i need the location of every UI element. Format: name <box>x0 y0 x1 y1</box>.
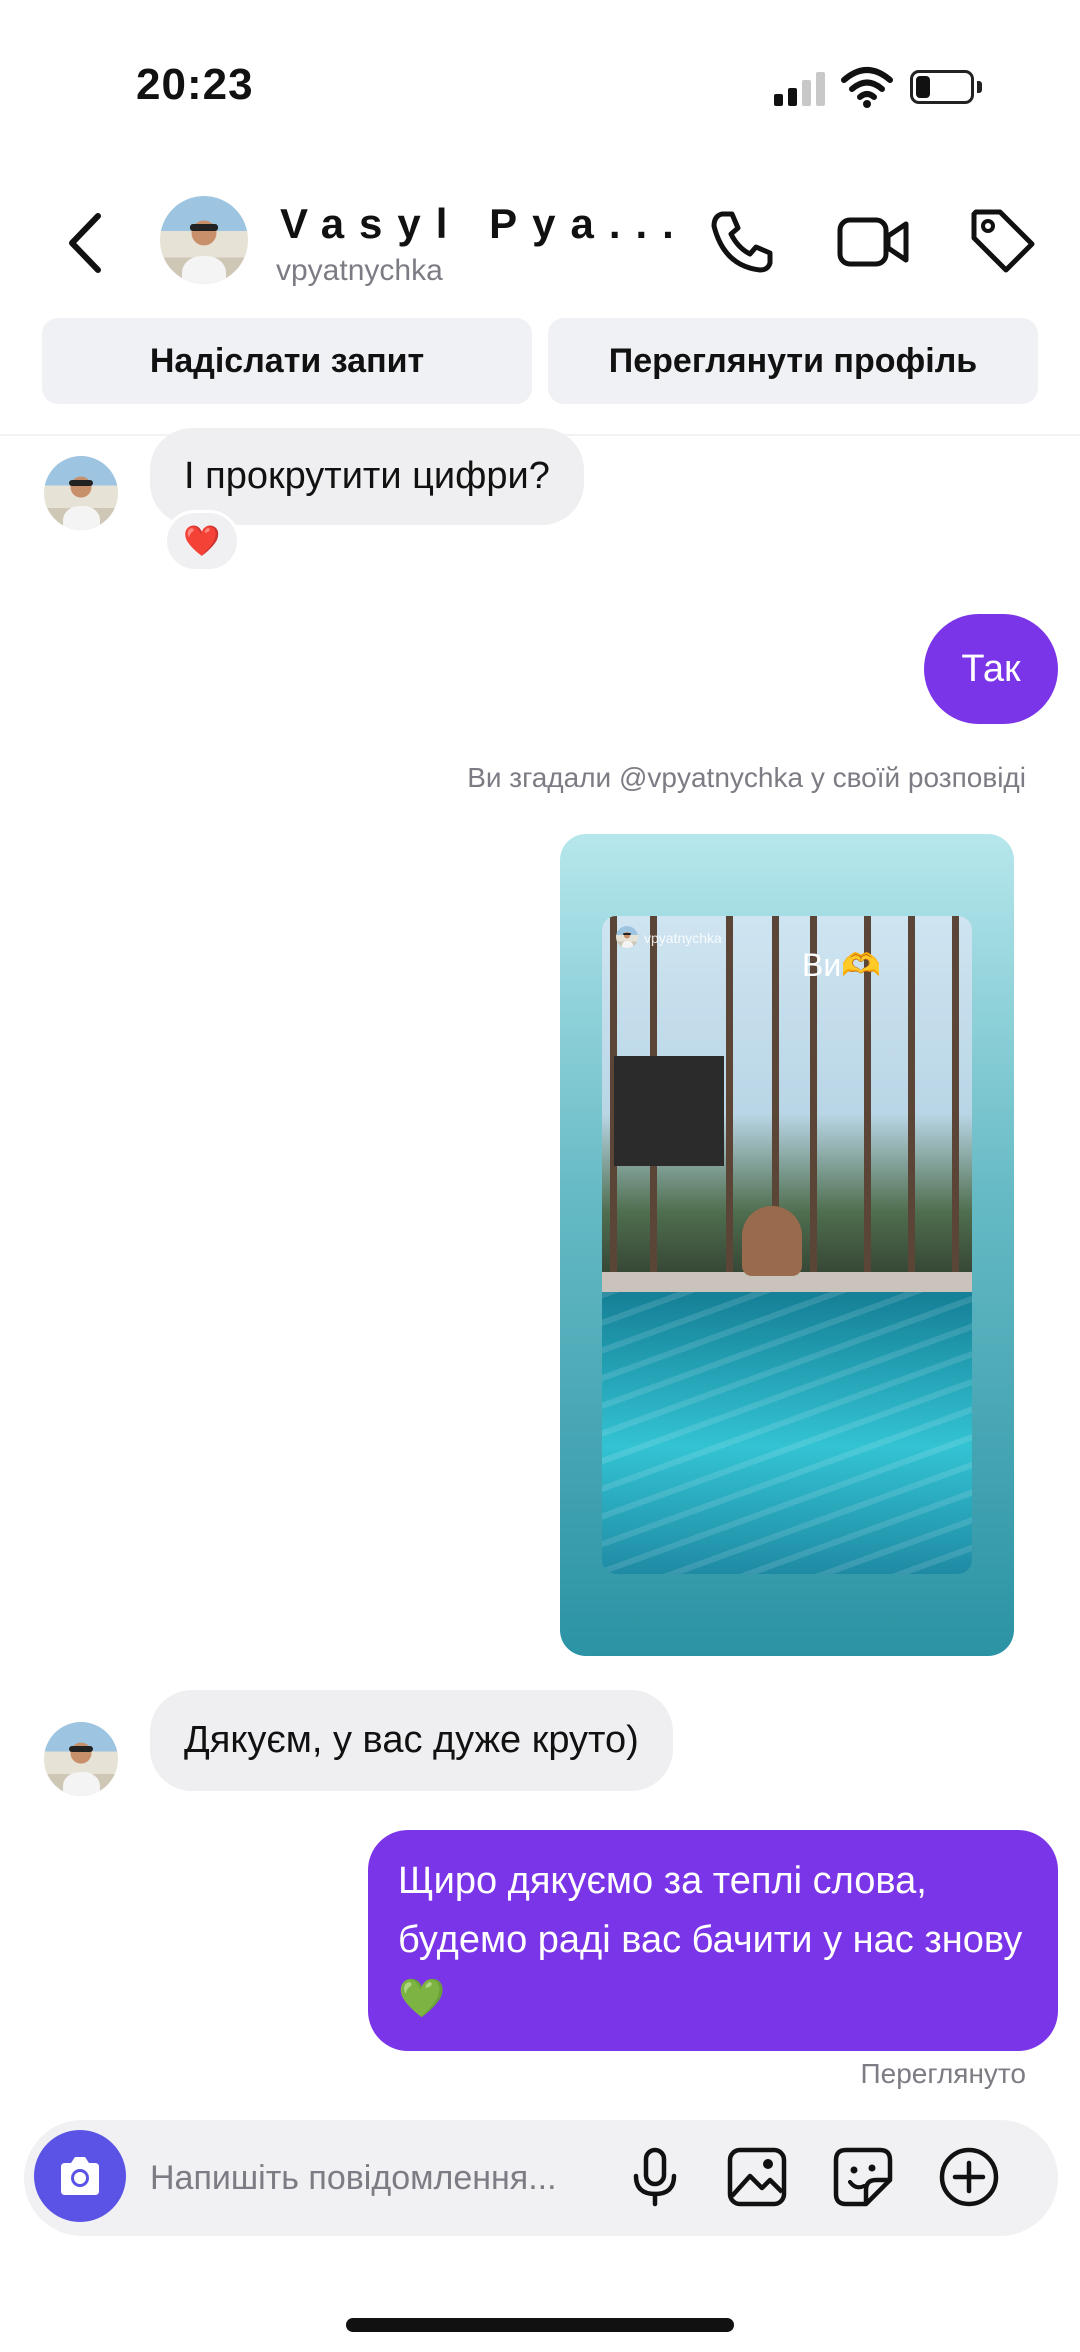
reaction-heart[interactable]: ❤️ <box>164 510 240 572</box>
person-figure <box>742 1206 802 1276</box>
story-mention-note: Ви згадали @vpyatnychka у своїй розповід… <box>467 762 1026 793</box>
message-text: Дякуєм, у вас дуже круто) <box>184 1719 639 1761</box>
message-input[interactable] <box>150 2150 610 2206</box>
gallery-icon[interactable] <box>726 2146 788 2208</box>
message-text: І прокрутити цифри? <box>184 455 550 497</box>
back-icon[interactable] <box>60 208 110 278</box>
signal-icon <box>774 72 828 106</box>
seen-status: Переглянуто <box>860 2058 1026 2089</box>
camera-icon <box>61 2157 99 2195</box>
sender-avatar[interactable] <box>44 1722 118 1796</box>
story-account: vpyatnychka <box>644 930 722 946</box>
phone-icon[interactable] <box>708 206 778 276</box>
view-profile-button[interactable]: Переглянути профіль <box>548 318 1038 404</box>
wifi-icon <box>841 67 893 108</box>
message-outgoing[interactable]: Так <box>924 614 1058 724</box>
status-time: 20:23 <box>136 60 254 109</box>
microphone-icon[interactable] <box>624 2146 686 2208</box>
message-outgoing[interactable]: Щиро дякуємо за теплі слова, будемо раді… <box>368 1830 1058 2051</box>
sender-avatar[interactable] <box>44 456 118 530</box>
contact-name[interactable]: Vasyl Pya... <box>280 200 689 248</box>
battery-icon <box>910 70 982 104</box>
video-camera-icon[interactable] <box>836 210 910 274</box>
camera-button[interactable] <box>34 2130 126 2222</box>
home-indicator[interactable] <box>346 2318 734 2332</box>
story-caption: Ви🫶 <box>802 947 882 983</box>
story-photo: vpyatnychka Ви🫶 <box>602 916 972 1574</box>
message-text: Щиро дякуємо за теплі слова, будемо раді… <box>398 1860 1023 2020</box>
message-text: Так <box>961 647 1021 690</box>
send-request-button[interactable]: Надіслати запит <box>42 318 532 404</box>
contact-avatar[interactable] <box>160 196 248 284</box>
message-incoming[interactable]: Дякуєм, у вас дуже круто) <box>150 1690 673 1791</box>
plus-icon[interactable] <box>938 2146 1000 2208</box>
tag-icon[interactable] <box>966 204 1038 276</box>
shared-story[interactable]: vpyatnychka Ви🫶 <box>560 834 1014 1656</box>
contact-username[interactable]: vpyatnychka <box>276 254 443 288</box>
story-account-avatar <box>616 926 638 948</box>
sticker-icon[interactable] <box>832 2146 894 2208</box>
